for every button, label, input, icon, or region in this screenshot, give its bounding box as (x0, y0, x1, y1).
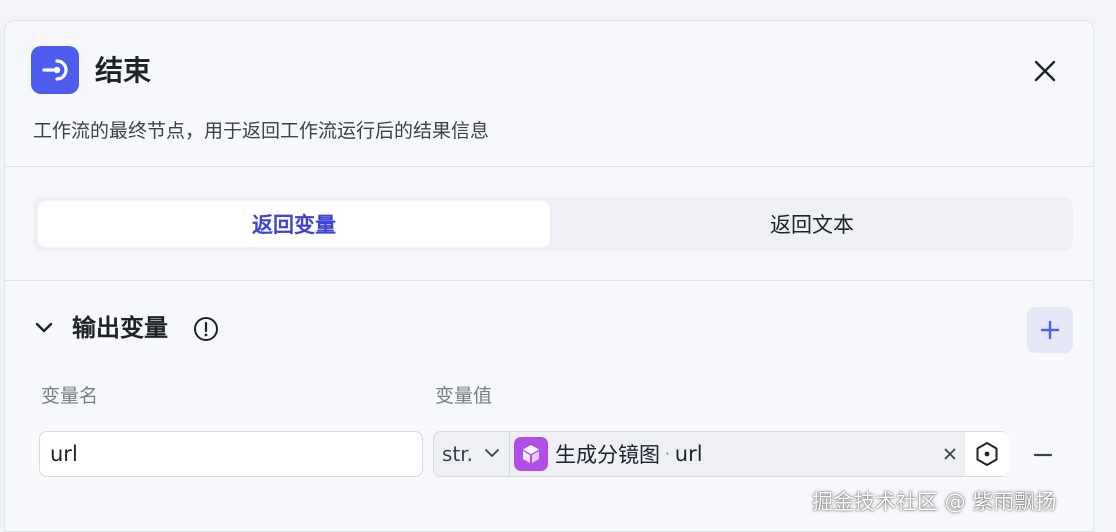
hexagon-variable-icon (976, 442, 998, 466)
panel-description: 工作流的最终节点，用于返回工作流运行后的结果信息 (33, 120, 490, 142)
reference-separator: · (665, 445, 670, 463)
tabs-area: 返回变量 返回文本 (5, 167, 1093, 281)
collapse-toggle[interactable] (33, 317, 55, 339)
column-label-name: 变量名 (41, 385, 99, 407)
variable-name-input[interactable] (39, 431, 423, 477)
return-mode-tabs: 返回变量 返回文本 (33, 197, 1073, 251)
add-variable-button[interactable] (1027, 307, 1073, 353)
variable-picker-button[interactable] (965, 432, 1009, 476)
reference-variable-name: url (674, 442, 703, 466)
clear-reference-button[interactable] (940, 444, 960, 464)
close-icon (944, 448, 956, 460)
tab-return-text[interactable]: 返回文本 (556, 201, 1068, 247)
remove-variable-button[interactable] (1029, 441, 1057, 469)
close-button[interactable] (1029, 55, 1061, 87)
column-label-value: 变量值 (435, 385, 493, 407)
section-title: 输出变量 (72, 314, 168, 342)
info-icon[interactable] (193, 316, 219, 342)
panel-header: 结束 工作流的最终节点，用于返回工作流运行后的结果信息 (5, 21, 1093, 167)
variable-reference-chip[interactable]: 生成分镜图 · url (514, 436, 703, 472)
minus-icon (1033, 453, 1053, 457)
watermark: 掘金技术社区 @ 紫雨飘扬 (812, 490, 1057, 514)
reference-node-name: 生成分镜图 (555, 443, 660, 467)
type-select-value: str. (442, 442, 474, 466)
chevron-down-icon (35, 322, 53, 333)
cube-icon (514, 437, 548, 471)
plus-icon (1040, 320, 1060, 340)
close-icon (1034, 60, 1056, 82)
end-node-icon (31, 46, 79, 94)
end-node-panel: 结束 工作流的最终节点，用于返回工作流运行后的结果信息 返回变量 返回文本 输出… (4, 20, 1094, 532)
chevron-down-icon (485, 449, 499, 457)
panel-title: 结束 (95, 54, 152, 87)
type-select[interactable]: str. (434, 432, 510, 476)
variable-value-field: str. 生成分镜图 · url (433, 431, 1009, 477)
tab-return-variables[interactable]: 返回变量 (38, 201, 550, 247)
